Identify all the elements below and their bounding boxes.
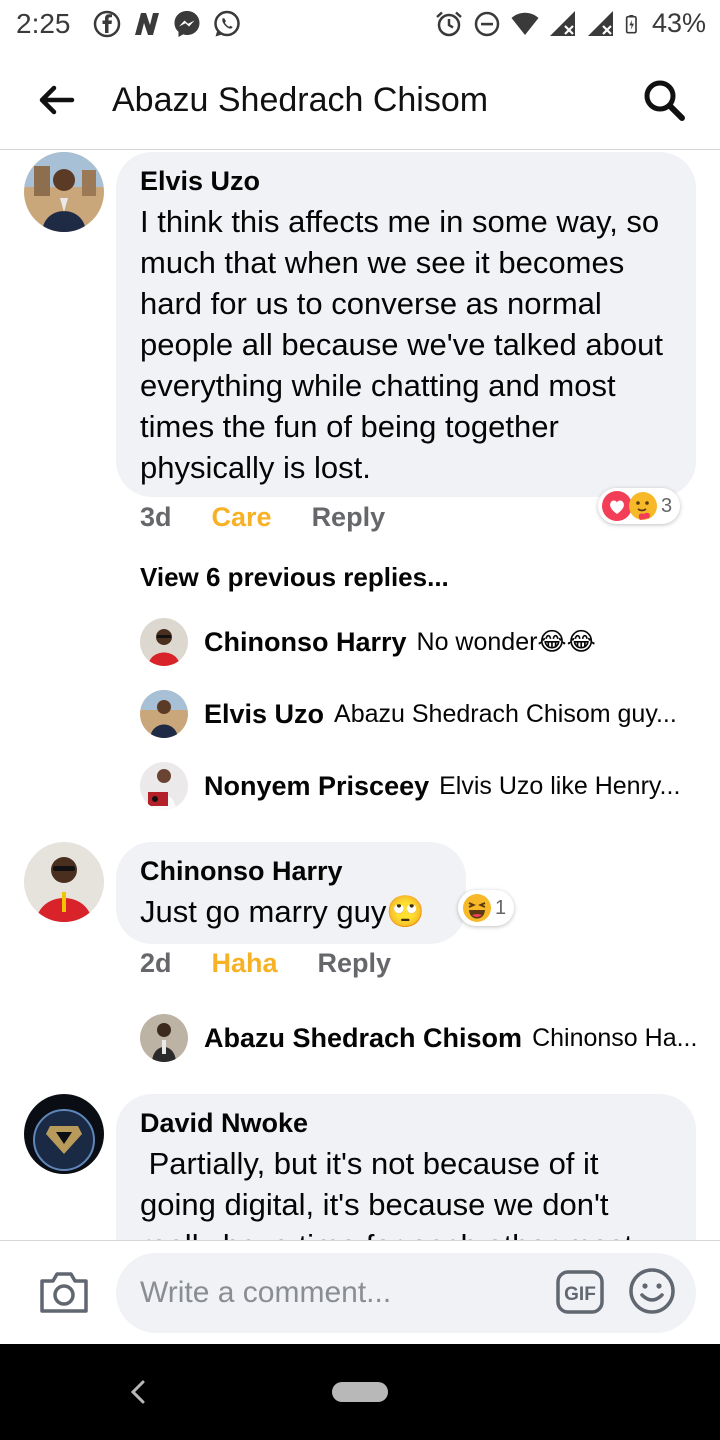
- avatar[interactable]: [24, 152, 104, 232]
- alarm-icon: [436, 11, 462, 36]
- status-bar: 2:25 43%: [0, 0, 720, 50]
- comment-author[interactable]: David Nwoke: [140, 1108, 672, 1139]
- facebook-icon: [93, 10, 121, 38]
- reply-author[interactable]: Abazu Shedrach Chisom: [204, 1023, 522, 1054]
- comment-bubble[interactable]: David Nwoke Partially, but it's not beca…: [116, 1094, 696, 1240]
- haha-reaction-icon: [463, 894, 491, 922]
- user-photo: [24, 152, 104, 232]
- reply-preview[interactable]: Chinonso Harry No wonder😂😂: [140, 618, 700, 666]
- react-button[interactable]: Haha: [212, 948, 278, 979]
- signal-icon: [587, 10, 613, 36]
- comment-actions: 3d Care Reply: [140, 502, 385, 533]
- comment-author[interactable]: Elvis Uzo: [140, 166, 672, 197]
- user-photo: [24, 842, 104, 922]
- comment-actions: 2d Haha Reply: [140, 948, 391, 979]
- comment-input[interactable]: [116, 1253, 696, 1333]
- comment-bubble[interactable]: Elvis Uzo I think this affects me in som…: [116, 152, 696, 497]
- comment-composer: GIF: [0, 1240, 720, 1344]
- reply-author[interactable]: Nonyem Prisceey: [204, 771, 429, 802]
- comment-bubble[interactable]: Chinonso Harry Just go marry guy🙄: [116, 842, 466, 944]
- reaction-count: 1: [495, 896, 507, 919]
- reply-preview[interactable]: Nonyem Prisceey Elvis Uzo like Henry...: [140, 762, 700, 810]
- reply-preview[interactable]: Elvis Uzo Abazu Shedrach Chisom guy...: [140, 690, 700, 738]
- avatar[interactable]: [140, 690, 188, 738]
- care-reaction-icon: [629, 492, 657, 520]
- reaction-count: 3: [661, 494, 673, 517]
- comment-age: 2d: [140, 948, 172, 978]
- view-previous-replies[interactable]: View 6 previous replies...: [140, 562, 449, 593]
- avatar[interactable]: [140, 762, 188, 810]
- search-icon[interactable]: [642, 78, 686, 122]
- wifi-icon: [511, 12, 539, 35]
- comment-text: Partially, but it's not because of it go…: [140, 1146, 633, 1240]
- comments-list: Elvis Uzo I think this affects me in som…: [0, 150, 720, 1240]
- avatar[interactable]: [24, 1094, 104, 1174]
- camera-icon[interactable]: [38, 1269, 90, 1315]
- comment-author[interactable]: Chinonso Harry: [140, 856, 442, 887]
- user-photo: [140, 762, 188, 810]
- user-photo: [24, 1094, 104, 1174]
- reply-author[interactable]: Chinonso Harry: [204, 627, 407, 658]
- user-photo: [140, 1014, 188, 1062]
- reaction-summary[interactable]: 3: [598, 488, 681, 524]
- dnd-icon: [474, 11, 500, 36]
- comment-text: I think this affects me in some way, so …: [140, 204, 663, 485]
- back-arrow-icon[interactable]: [34, 78, 78, 122]
- n-icon: [135, 13, 159, 35]
- reaction-summary[interactable]: 1: [458, 890, 515, 926]
- reply-text: Elvis Uzo like Henry...: [439, 771, 681, 800]
- status-time: 2:25: [16, 8, 71, 39]
- gif-icon[interactable]: GIF: [556, 1269, 604, 1315]
- gif-label: GIF: [564, 1284, 596, 1305]
- messenger-icon: [174, 11, 200, 37]
- user-photo: [140, 618, 188, 666]
- signal-icon: [549, 10, 575, 36]
- avatar[interactable]: [140, 1014, 188, 1062]
- avatar[interactable]: [140, 618, 188, 666]
- reply-text: No wonder😂😂: [416, 628, 596, 656]
- notification-icons: [92, 9, 242, 39]
- avatar[interactable]: [24, 842, 104, 922]
- emoji-icon[interactable]: [628, 1267, 676, 1315]
- app-header: Abazu Shedrach Chisom: [0, 54, 720, 150]
- comment-text: Just go marry guy🙄: [140, 894, 425, 929]
- reply-text: Chinonso Ha...: [532, 1023, 698, 1052]
- comment-age: 3d: [140, 502, 172, 532]
- reply-text: Abazu Shedrach Chisom guy...: [334, 699, 677, 728]
- system-nav-bar: [0, 1344, 720, 1440]
- reply-button[interactable]: Reply: [318, 948, 392, 979]
- whatsapp-icon: [214, 10, 240, 37]
- battery-icon: [625, 14, 637, 33]
- reply-author[interactable]: Elvis Uzo: [204, 699, 324, 730]
- nav-back-icon[interactable]: [126, 1378, 150, 1406]
- user-photo: [140, 690, 188, 738]
- reply-preview[interactable]: Abazu Shedrach Chisom Chinonso Ha...: [140, 1014, 700, 1062]
- page-title: Abazu Shedrach Chisom: [112, 81, 489, 119]
- react-button[interactable]: Care: [212, 502, 272, 533]
- reply-button[interactable]: Reply: [312, 502, 386, 533]
- system-icons: 43%: [434, 8, 706, 39]
- battery-percent: 43%: [651, 8, 706, 38]
- nav-home-pill[interactable]: [332, 1382, 388, 1402]
